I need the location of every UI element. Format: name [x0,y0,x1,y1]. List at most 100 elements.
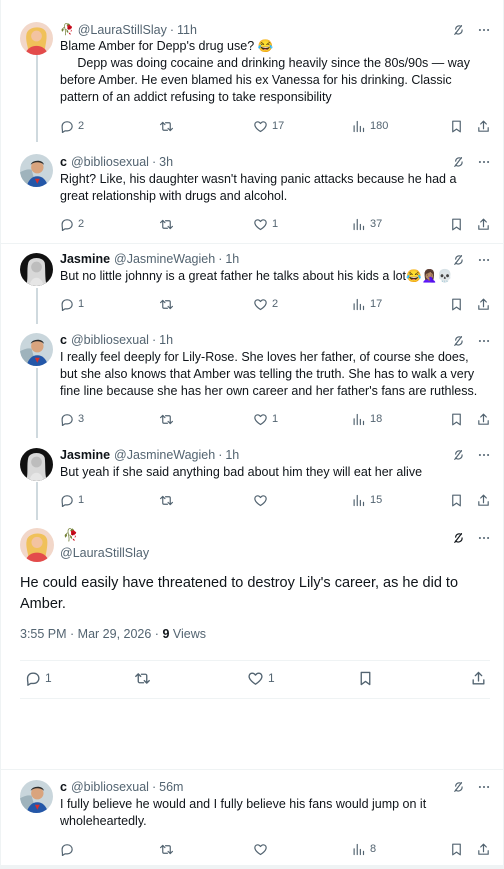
like-icon [253,842,268,857]
share-button[interactable] [476,215,491,233]
user-handle[interactable]: @JasmineWagieh [114,446,215,464]
avatar[interactable] [20,22,53,55]
share-button[interactable] [476,295,491,313]
reply-button[interactable]: 1 [24,668,52,688]
user-handle[interactable]: @LauraStillSlay [78,21,167,39]
share-button[interactable] [476,840,491,858]
views-button[interactable]: 18 [351,410,382,428]
more-icon[interactable] [477,155,491,169]
user-handle[interactable]: @JasmineWagieh [114,250,215,268]
like-button[interactable]: 2 [253,295,278,313]
like-button[interactable] [253,491,272,509]
reply-post[interactable]: 🥀 @LauraStillSlay · 11h Blame Amber for … [1,0,504,142]
avatar[interactable] [20,253,53,286]
user-handle[interactable]: @bibliosexual [71,153,149,171]
reply-post[interactable]: c @bibliosexual · 56m I fully believe he… [1,770,504,865]
grok-icon[interactable] [451,23,465,37]
grok-icon[interactable] [451,531,465,545]
grok-icon[interactable] [451,253,465,267]
bookmark-button[interactable] [449,117,464,135]
repost-button[interactable] [134,668,151,688]
bookmark-button[interactable] [357,668,374,688]
post-header-icons [451,21,491,39]
views-button[interactable]: 15 [351,491,382,509]
share-button[interactable] [476,117,491,135]
reply-button[interactable]: 2 [59,215,84,233]
post-time[interactable]: 56m [159,778,183,796]
more-icon[interactable] [477,780,491,794]
display-name[interactable]: Jasmine [60,446,110,464]
reply-post[interactable]: Jasmine @JasmineWagieh · 1h But no littl… [1,244,504,324]
like-button[interactable]: 1 [253,215,278,233]
thread-line [36,55,38,142]
user-handle[interactable]: @bibliosexual [71,778,149,796]
repost-button[interactable] [159,117,178,135]
action-bar: 1 2 17 [59,295,491,313]
more-icon[interactable] [477,531,491,545]
display-name[interactable]: c [60,778,67,796]
post-header: Jasmine @JasmineWagieh · 1h [60,250,240,268]
share-icon [476,412,491,427]
like-button[interactable]: 1 [253,410,278,428]
bookmark-icon [449,842,464,857]
bookmark-button[interactable] [449,215,464,233]
grok-icon[interactable] [451,448,465,462]
more-icon[interactable] [477,334,491,348]
views-icon [351,412,366,427]
avatar[interactable] [20,528,54,562]
like-button[interactable] [253,840,268,858]
post-timestamp[interactable]: 3:55 PM · Mar 29, 2026 · [20,627,162,641]
views-button[interactable]: 37 [351,215,382,233]
reply-button[interactable]: 1 [59,491,84,509]
reply-post[interactable]: Jasmine @JasmineWagieh · 1h But yeah if … [1,438,504,520]
repost-button[interactable] [159,840,174,858]
user-handle[interactable]: @bibliosexual [71,331,149,349]
post-meta: 3:55 PM · Mar 29, 2026 · 9 Views [20,624,206,644]
repost-button[interactable] [159,410,178,428]
repost-button[interactable] [159,295,178,313]
more-icon[interactable] [477,23,491,37]
repost-button[interactable] [159,491,178,509]
post-time[interactable]: 1h [159,331,173,349]
grok-icon[interactable] [451,334,465,348]
bookmark-button[interactable] [449,491,464,509]
views-button[interactable]: 8 [351,840,376,858]
avatar[interactable] [20,333,53,366]
post-text: But yeah if she said anything bad about … [60,465,423,479]
avatar[interactable] [20,448,53,481]
reply-button[interactable]: 1 [59,295,84,313]
post-time[interactable]: 1h [225,250,239,268]
like-button[interactable]: 17 [253,117,284,135]
avatar[interactable] [20,154,53,187]
grok-icon[interactable] [451,155,465,169]
grok-icon[interactable] [451,780,465,794]
post-header-icons [451,251,491,269]
display-name[interactable]: c [60,331,67,349]
reply-button[interactable]: 2 [59,117,84,135]
bookmark-button[interactable] [449,840,464,858]
user-handle[interactable]: @LauraStillSlay [60,544,149,562]
reply-post[interactable]: c @bibliosexual · 1h I really feel deepl… [1,324,504,438]
more-icon[interactable] [477,448,491,462]
share-button[interactable] [476,491,491,509]
post-time[interactable]: 11h [177,21,197,39]
reply-post[interactable]: c @bibliosexual · 3h Right? Like, his da… [1,142,504,244]
reply-button[interactable] [59,840,74,858]
post-time[interactable]: 1h [225,446,239,464]
rose-badge: 🥀 [60,24,74,36]
bookmark-button[interactable] [449,410,464,428]
post-time[interactable]: 3h [159,153,173,171]
more-icon[interactable] [477,253,491,267]
avatar[interactable] [20,780,53,813]
display-name[interactable]: Jasmine [60,250,110,268]
bookmark-button[interactable] [449,295,464,313]
share-button[interactable] [470,668,487,688]
views-button[interactable]: 180 [351,117,388,135]
reply-button[interactable]: 3 [59,410,84,428]
like-icon [253,412,268,427]
repost-button[interactable] [159,215,178,233]
display-name[interactable]: c [60,153,67,171]
views-button[interactable]: 17 [351,295,382,313]
share-button[interactable] [476,410,491,428]
like-button[interactable]: 1 [247,668,275,688]
